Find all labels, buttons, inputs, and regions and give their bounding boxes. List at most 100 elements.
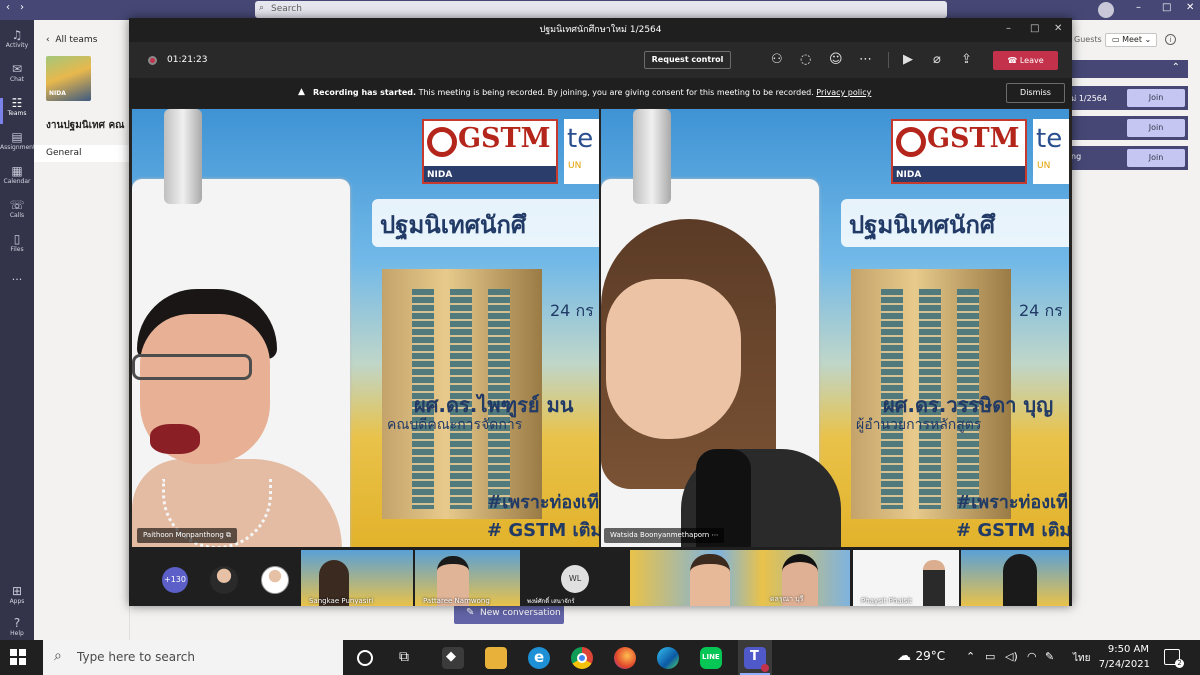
- taskbar-search-input[interactable]: ⌕ Type here to search: [43, 640, 343, 675]
- more-options-icon[interactable]: ⋯: [859, 52, 872, 67]
- battery-icon[interactable]: ▭: [985, 650, 995, 663]
- share-screen-icon[interactable]: ⇪: [961, 52, 972, 67]
- reactions-icon[interactable]: ☺: [829, 52, 843, 67]
- gstm-logo: GSTM NIDA: [891, 119, 1027, 184]
- participant-tile[interactable]: Pattaree Namwong: [415, 550, 520, 606]
- phone-icon: ☏: [9, 198, 25, 212]
- join-button[interactable]: Join: [1127, 149, 1185, 167]
- video-feed-right[interactable]: GSTM NIDA te UN ปฐมนิเทศนักศึ 24 กร ผศ.ดร.…: [601, 109, 1069, 547]
- maximize-icon[interactable]: □: [1162, 2, 1171, 13]
- leave-button[interactable]: ☎ Leave: [993, 51, 1058, 70]
- help-icon: ?: [13, 616, 21, 630]
- slide-title: ปฐมนิเทศนักศึ: [841, 199, 1069, 247]
- compose-icon: ✎: [466, 607, 475, 618]
- rail-teams[interactable]: ☷ Teams: [0, 96, 34, 128]
- all-teams-link[interactable]: ‹ All teams: [46, 35, 97, 45]
- meet-button[interactable]: ▭ Meet ⌄: [1105, 33, 1157, 47]
- wifi-icon[interactable]: ◠: [1027, 650, 1037, 663]
- meeting-row-label: ng: [1071, 152, 1082, 161]
- clock-date[interactable]: 7/24/2021: [1096, 659, 1150, 670]
- hang-up-icon: ☎: [1007, 56, 1020, 65]
- edge-icon[interactable]: [657, 647, 679, 669]
- rail-more[interactable]: ...: [0, 270, 34, 302]
- participant-tile-label: Phaysit Phaisit: [861, 597, 912, 605]
- weather-widget[interactable]: ☁ 29°C: [897, 648, 945, 664]
- file-explorer-icon[interactable]: [485, 647, 507, 669]
- rail-assignments[interactable]: ▤ Assignments: [0, 130, 38, 162]
- participant-initials-avatar[interactable]: WL: [561, 565, 589, 593]
- maximize-icon[interactable]: □: [1030, 23, 1039, 34]
- chat-icon: ✉: [11, 62, 23, 76]
- video-camera-icon: ▭: [1112, 35, 1123, 44]
- participants-icon[interactable]: ⚇: [771, 52, 783, 67]
- rail-calls[interactable]: ☏ Calls: [0, 198, 34, 230]
- rail-apps[interactable]: ⊞ Apps: [0, 584, 34, 616]
- chevron-left-icon: ‹: [46, 35, 56, 45]
- participant-avatar[interactable]: [261, 566, 289, 594]
- participant-tile[interactable]: Sangkae Punyasiri: [301, 550, 413, 606]
- teams-app-icon[interactable]: T: [744, 647, 769, 672]
- back-arrow-icon[interactable]: ‹: [6, 2, 10, 13]
- meeting-timer: 01:21:23: [167, 55, 208, 65]
- language-indicator[interactable]: ไทย: [1073, 651, 1090, 666]
- participant-tile[interactable]: Phaysit Phaisit: [853, 550, 959, 606]
- search-input[interactable]: ⌕ Search: [255, 1, 947, 18]
- close-icon[interactable]: ✕: [1054, 23, 1062, 34]
- cortana-icon[interactable]: [357, 650, 373, 666]
- participant-tile-label: Sangkae Punyasiri: [309, 597, 374, 605]
- rail-activity[interactable]: ♫ Activity: [0, 28, 34, 60]
- rail-label: Files: [10, 246, 24, 253]
- rail-files[interactable]: ▯ Files: [0, 232, 34, 264]
- participant-name: Paithoon Monpanthong: [143, 531, 224, 539]
- windows-start-icon[interactable]: [10, 649, 27, 666]
- mic-muted-icon[interactable]: ⌀: [933, 52, 941, 67]
- join-button[interactable]: Join: [1127, 119, 1185, 137]
- app-rail: ♫ Activity ✉ Chat ☷ Teams ▤ Assignments ▦ Cal…: [0, 20, 38, 640]
- chevron-up-icon[interactable]: ⌃: [966, 650, 975, 663]
- minimize-icon[interactable]: –: [1136, 2, 1141, 13]
- privacy-policy-link[interactable]: Privacy policy: [816, 88, 871, 97]
- slide-hashtag-1: #เพราะท่องเที: [487, 492, 599, 513]
- slide-hashtag-2: # GSTM เติม: [487, 520, 599, 541]
- internet-explorer-icon[interactable]: e: [528, 647, 550, 669]
- screen-icon: ⧉: [223, 531, 232, 539]
- te-logo-sub: UN: [568, 161, 582, 171]
- pen-icon[interactable]: ✎: [1045, 650, 1054, 663]
- channel-general[interactable]: General: [34, 145, 130, 162]
- task-view-icon[interactable]: ⧉: [399, 649, 409, 665]
- request-control-button[interactable]: Request control: [644, 51, 731, 69]
- rail-chat[interactable]: ✉ Chat: [0, 62, 34, 94]
- app-icon-cat[interactable]: ◆: [442, 647, 464, 669]
- forward-arrow-icon[interactable]: ›: [20, 2, 24, 13]
- assignments-icon: ▤: [11, 130, 23, 144]
- new-conversation-button[interactable]: ✎ New conversation: [454, 604, 564, 624]
- chevron-up-icon: ⌃: [1171, 62, 1180, 73]
- profile-avatar[interactable]: [1098, 2, 1114, 18]
- clock-time[interactable]: 9:50 AM: [1103, 644, 1149, 655]
- notifications-icon[interactable]: 2: [1164, 649, 1184, 668]
- rail-calendar[interactable]: ▦ Calendar: [0, 164, 34, 196]
- meetings-section-header[interactable]: ⌃: [1069, 60, 1188, 78]
- speaker-icon[interactable]: ◁): [1005, 650, 1018, 663]
- video-feed-left[interactable]: GSTM NIDA te UN ปฐมนิเทศนักศึ 24 กร ผศ.ดร.…: [132, 109, 599, 547]
- participant-avatar[interactable]: [210, 566, 238, 594]
- participant-tile[interactable]: ดลรุณา บุรี: [630, 550, 850, 606]
- info-icon[interactable]: i: [1165, 34, 1176, 45]
- overflow-participants-button[interactable]: +130: [162, 567, 188, 593]
- join-button[interactable]: Join: [1127, 89, 1185, 107]
- camera-icon[interactable]: ▶: [903, 52, 913, 67]
- participant-tile[interactable]: [961, 550, 1069, 606]
- dismiss-button[interactable]: Dismiss: [1006, 83, 1065, 103]
- chat-icon[interactable]: ◌: [800, 52, 811, 67]
- teams-title-bar: ‹ › ⌕ Search – □ ✕: [0, 0, 1200, 20]
- minimize-icon[interactable]: –: [1006, 23, 1011, 34]
- new-conversation-label: New conversation: [480, 608, 561, 618]
- firefox-icon[interactable]: [614, 647, 636, 669]
- guests-label[interactable]: Guests: [1074, 35, 1102, 44]
- line-icon[interactable]: LINE: [700, 647, 722, 669]
- participant-tile-label: Pattaree Namwong: [423, 597, 490, 605]
- close-icon[interactable]: ✕: [1186, 2, 1194, 13]
- rail-label: Activity: [5, 42, 29, 49]
- team-logo: NIDA: [46, 56, 91, 101]
- chrome-icon[interactable]: [571, 647, 593, 669]
